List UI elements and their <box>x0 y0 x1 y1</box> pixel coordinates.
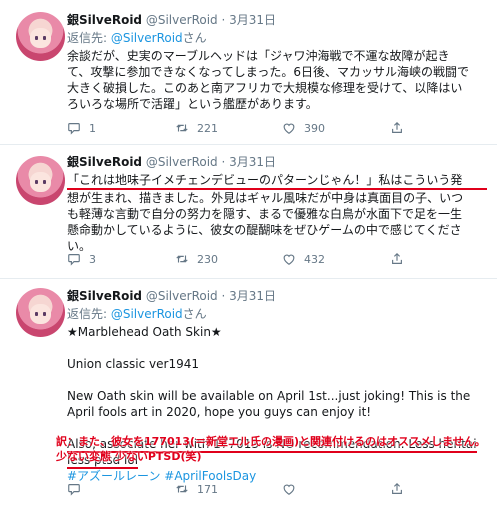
replying-to-link[interactable]: @SilverRoid <box>111 307 183 321</box>
tweet-actions: 171 <box>67 482 447 500</box>
tweet-actions: 1 221 390 <box>67 121 447 139</box>
tweet-date[interactable]: 3月31日 <box>229 289 276 303</box>
replying-prefix: 返信先: <box>67 31 111 45</box>
retweet-icon <box>176 485 188 493</box>
annotation-line-2: 少ない変態 少ないPTSD(笑) <box>56 450 202 463</box>
tweet-3[interactable]: 銀SilveRoid @SilverRoid · 3月31日 返信先: @Sil… <box>0 280 497 509</box>
tweet-text-line: 大きく破損した。このあと南アフリカで大規模な修理を受けて、以降はい <box>67 81 463 95</box>
tweet-2[interactable]: 銀SilveRoid @SilverRoid · 3月31日 「これは地味子イメ… <box>0 146 497 279</box>
heart-icon <box>283 484 295 495</box>
retweet-count: 221 <box>197 121 218 135</box>
heart-icon <box>283 123 295 134</box>
tweet-text-line: て、攻撃に参加できなくなってしまった。6日後、マカッサル海峡の戦闘で <box>67 65 469 79</box>
heart-icon <box>283 254 295 265</box>
retweet-icon <box>176 124 188 132</box>
translation-annotation: 訳：また、彼女を177013(＝新堂エル氏の漫画)と関連付けるのはオススメしませ… <box>56 434 494 464</box>
share-icon <box>392 482 402 494</box>
share-button[interactable] <box>390 252 404 266</box>
oath-skin-title: ★Marblehead Oath Skin★ <box>67 325 222 339</box>
reply-icon <box>68 254 80 266</box>
author-handle[interactable]: @SilverRoid <box>146 155 218 169</box>
retweet-button[interactable]: 230 <box>175 252 218 266</box>
tweet-text-line: 懸命動かしているように、彼女の醍醐味をぜひゲームの中で感じてくださ <box>67 223 462 237</box>
reply-count: 1 <box>89 121 96 135</box>
paragraph-1: New Oath skin will be available on April… <box>67 389 471 419</box>
avatar[interactable] <box>16 288 65 337</box>
like-button[interactable]: 390 <box>282 121 325 135</box>
tweet-actions: 3 230 432 <box>67 252 447 270</box>
like-button[interactable]: 432 <box>282 252 325 266</box>
tweet-1[interactable]: 銀SilveRoid @SilverRoid · 3月31日 返信先: @Sil… <box>0 0 497 145</box>
avatar[interactable] <box>16 12 65 61</box>
separator-dot: · <box>221 289 226 303</box>
reply-count: 3 <box>89 252 96 266</box>
tweet-text-line: ろいろな場所で活躍」という艦歴があります。 <box>67 97 318 111</box>
retweet-icon <box>176 255 188 263</box>
share-icon <box>392 252 402 264</box>
reply-button[interactable]: 1 <box>67 121 96 135</box>
replying-to-link[interactable]: @SilverRoid <box>111 31 183 45</box>
tweet-header: 銀SilveRoid @SilverRoid · 3月31日 <box>67 12 487 28</box>
annotation-line-1: 訳：また、彼女を177013(＝新堂エル氏の漫画)と関連付けるのはオススメしませ… <box>56 435 486 448</box>
retweet-button[interactable]: 221 <box>175 121 218 135</box>
retweet-count: 230 <box>197 252 218 266</box>
replying-suffix: さん <box>182 31 207 45</box>
share-button[interactable] <box>390 121 404 135</box>
replying-prefix: 返信先: <box>67 307 111 321</box>
tweet-header: 銀SilveRoid @SilverRoid · 3月31日 <box>67 288 487 304</box>
share-button[interactable] <box>390 482 404 496</box>
replying-to: 返信先: @SilverRoidさん <box>67 306 487 322</box>
retweet-button[interactable]: 171 <box>175 482 218 496</box>
tweet-date[interactable]: 3月31日 <box>229 155 276 169</box>
author-handle[interactable]: @SilverRoid <box>146 289 218 303</box>
tweet-date[interactable]: 3月31日 <box>229 13 276 27</box>
reply-icon <box>68 484 80 496</box>
tweet-text-line: 「これは地味子イメチェンデビューのパターンじゃん！」私はこういう発 <box>67 172 487 190</box>
separator-dot: · <box>221 155 226 169</box>
share-icon <box>392 121 402 133</box>
author-name[interactable]: 銀SilveRoid <box>67 155 142 169</box>
author-handle[interactable]: @SilverRoid <box>146 13 218 27</box>
replying-to: 返信先: @SilverRoidさん <box>67 30 487 46</box>
tweet-text-line: 余談だが、史実のマーブルヘッドは「ジャワ沖海戦で不運な故障が起き <box>67 49 450 63</box>
retweet-count: 171 <box>197 482 218 496</box>
tweet-text-line: 想が生まれ、描きました。外見はギャル風味だが中身は真面目の子、いつ <box>67 191 464 205</box>
separator-dot: · <box>221 13 226 27</box>
tweet-header: 銀SilveRoid @SilverRoid · 3月31日 <box>67 154 487 170</box>
tweet-text: 「これは地味子イメチェンデビューのパターンじゃん！」私はこういう発 想が生まれ、… <box>67 172 487 254</box>
author-name[interactable]: 銀SilveRoid <box>67 13 142 27</box>
reply-button[interactable] <box>67 482 89 496</box>
reply-icon <box>68 123 80 135</box>
like-count: 390 <box>304 121 325 135</box>
replying-suffix: さん <box>182 307 207 321</box>
like-button[interactable] <box>282 482 304 496</box>
tweet-text: 余談だが、史実のマーブルヘッドは「ジャワ沖海戦で不運な故障が起き て、攻撃に参加… <box>67 48 487 112</box>
reply-button[interactable]: 3 <box>67 252 96 266</box>
avatar[interactable] <box>16 156 65 205</box>
tweet-text-line: も軽薄な言動で自分の努力を隠す、まるで優雅な白鳥が水面下で足を一生 <box>67 207 463 221</box>
subtitle: Union classic ver1941 <box>67 357 199 371</box>
like-count: 432 <box>304 252 325 266</box>
author-name[interactable]: 銀SilveRoid <box>67 289 142 303</box>
